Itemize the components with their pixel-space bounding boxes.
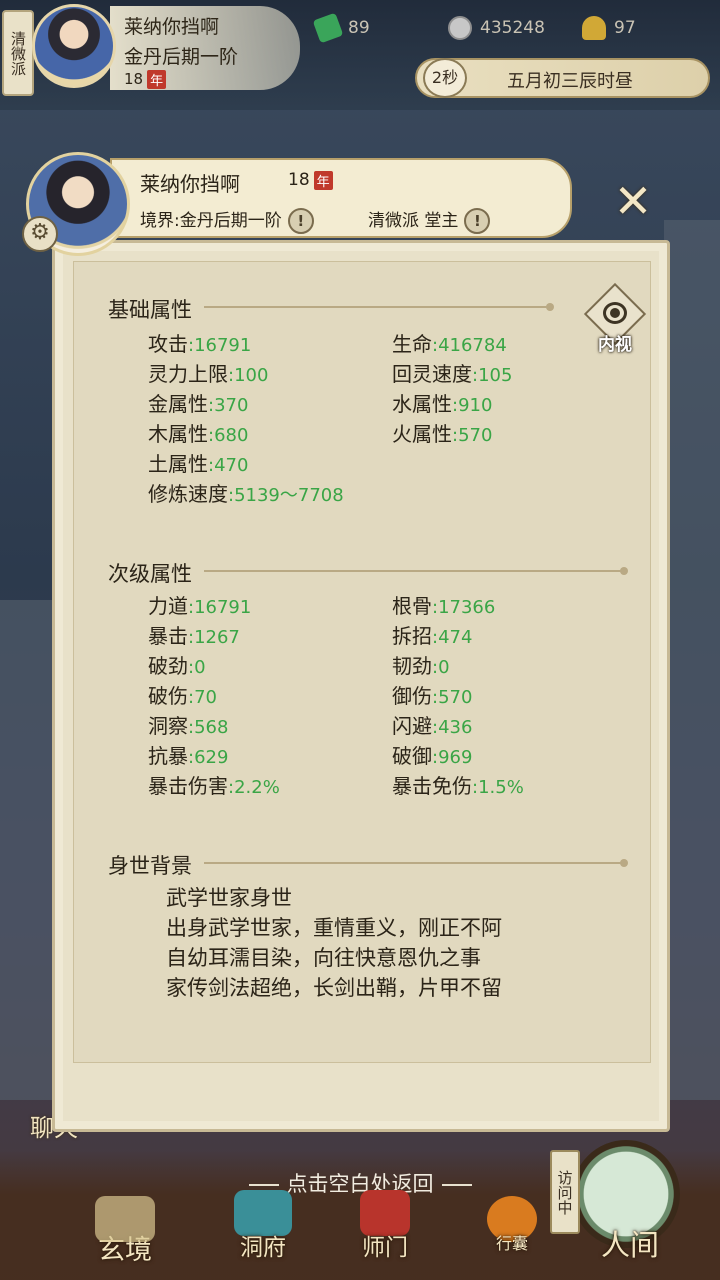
background-line: 出身武学世家，重情重义，刚正不阿 [166, 916, 502, 940]
attr-wood: 木属性:680 [148, 422, 249, 446]
gear-icon[interactable]: ⚙ [22, 216, 58, 252]
divider [204, 859, 628, 867]
background-line: 家传剑法超绝，长剑出鞘，片甲不留 [166, 976, 502, 1000]
nav-dongfu[interactable]: 洞府 [218, 1190, 308, 1262]
nav-label-xingnang: 行囊 [495, 1234, 528, 1253]
resource-coin[interactable]: 435248 [448, 12, 545, 44]
scroll-icon [95, 1196, 155, 1242]
info-icon[interactable]: ! [287, 208, 314, 234]
background-title: 身世背景 [108, 854, 192, 878]
game-time: 五月初三辰时昼 [507, 71, 633, 92]
attr-crit-damage-resist: 暴击免伤:1.5% [392, 774, 524, 798]
secondary-attrs-title: 次级属性 [108, 562, 192, 586]
attr-mana-regen: 回灵速度:105 [392, 362, 513, 386]
player-info-card[interactable]: 莱纳你挡啊 金丹后期一阶 18 年 [110, 6, 300, 90]
attr-earth: 土属性:470 [148, 452, 249, 476]
nav-xuanjing[interactable]: 玄境 [80, 1196, 170, 1267]
character-sect: 清微派 堂主! [368, 206, 491, 234]
strength-value: 97 [614, 18, 636, 38]
attr-crit: 暴击:1267 [148, 624, 240, 648]
realm-label: 境界:金丹后期一阶 [140, 211, 282, 231]
character-name: 莱纳你挡啊 [140, 172, 240, 196]
attr-crit-damage: 暴击伤害:2.2% [148, 774, 280, 798]
sect-label: 清微派 堂主 [368, 211, 459, 231]
coin-value: 435248 [480, 18, 545, 38]
divider [204, 567, 628, 575]
basic-attrs-title: 基础属性 [108, 298, 192, 322]
divider [204, 303, 554, 311]
jade-value: 89 [348, 18, 370, 38]
attr-hp: 生命:416784 [392, 332, 507, 356]
inner-view-label: 内视 [598, 335, 632, 355]
panel-header: 莱纳你挡啊 18 年 境界:金丹后期一阶! 清微派 堂主! [110, 158, 572, 238]
close-icon[interactable]: ✕ [608, 178, 658, 228]
age-value: 18 [288, 170, 310, 190]
sect-tag[interactable]: 清微派 [2, 10, 34, 96]
age-value: 18 [124, 70, 144, 88]
attr-toughness: 韧劲:0 [392, 654, 450, 678]
resource-strength[interactable]: 97 [582, 12, 636, 44]
attr-fire: 火属性:570 [392, 422, 493, 446]
resource-jade[interactable]: 89 [312, 12, 370, 44]
character-realm: 境界:金丹后期一阶! [140, 206, 314, 234]
background-line: 武学世家身世 [166, 886, 292, 910]
player-name: 莱纳你挡啊 [124, 16, 220, 38]
year-badge: 年 [313, 170, 333, 190]
nav-label-dongfu: 洞府 [240, 1235, 286, 1261]
character-panel: 基础属性 内视 攻击:16791 生命:416784 灵力上限:100 回灵速度… [52, 240, 670, 1132]
year-badge: 年 [147, 70, 167, 89]
visit-tag: 访问中 [550, 1150, 580, 1234]
attr-metal: 金属性:370 [148, 392, 249, 416]
attr-attack: 攻击:16791 [148, 332, 252, 356]
attr-insight: 洞察:568 [148, 714, 229, 738]
background-line: 自幼耳濡目染，向往快意恩仇之事 [166, 946, 481, 970]
attr-constitution: 根骨:17366 [392, 594, 496, 618]
attr-water: 水属性:910 [392, 392, 493, 416]
coin-icon [448, 16, 472, 40]
nav-shimen[interactable]: 师门 [340, 1190, 430, 1262]
attr-dodge: 闪避:436 [392, 714, 473, 738]
nav-label-shimen: 师门 [362, 1235, 408, 1261]
top-hud: 清微派 莱纳你挡啊 金丹后期一阶 18 年 89 435248 97 2秒 五月初… [0, 0, 720, 110]
character-age: 18 年 [288, 170, 333, 190]
player-age: 18 年 [124, 70, 167, 89]
nav-label-renjian[interactable]: 人间 [580, 1222, 680, 1264]
info-icon[interactable]: ! [464, 208, 491, 234]
attr-crit-resist: 抗暴:629 [148, 744, 229, 768]
scene-right [664, 220, 720, 1100]
attr-mana-cap: 灵力上限:100 [148, 362, 269, 386]
attr-break-damage: 破伤:70 [148, 684, 217, 708]
panel-content: 基础属性 内视 攻击:16791 生命:416784 灵力上限:100 回灵速度… [73, 261, 651, 1063]
player-avatar[interactable] [32, 4, 116, 88]
attr-cultivation-speed: 修炼速度:5139～7708 [148, 482, 344, 506]
eye-icon [603, 302, 627, 324]
jade-icon [312, 12, 344, 44]
attr-strength: 力道:16791 [148, 594, 252, 618]
attr-break-defense: 破御:969 [392, 744, 473, 768]
time-bar[interactable]: 2秒 五月初三辰时昼 [415, 58, 710, 98]
strength-icon [582, 16, 606, 40]
attr-parry: 拆招:474 [392, 624, 473, 648]
attr-damage-resist: 御伤:570 [392, 684, 473, 708]
nav-xingnang[interactable]: 行囊 [472, 1196, 552, 1254]
player-realm: 金丹后期一阶 [124, 46, 239, 68]
scene-left [0, 600, 60, 1100]
attr-break-force: 破劲:0 [148, 654, 206, 678]
timer-badge: 2秒 [423, 58, 467, 98]
inner-view-button[interactable]: 内视 [583, 282, 647, 356]
